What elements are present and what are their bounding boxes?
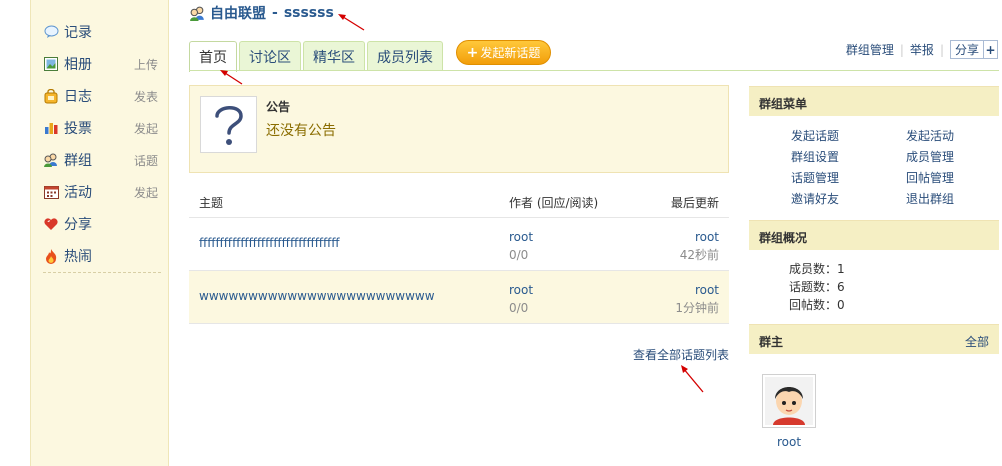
last-update-user-link[interactable]: root [695, 281, 719, 299]
last-update-time: 1分钟前 [675, 301, 719, 315]
sidebar-item-label: 热闹 [64, 249, 92, 265]
sidebar-item-group[interactable]: 群组 话题 [43, 144, 158, 176]
tab-members[interactable]: 成员列表 [367, 41, 443, 71]
share-label: 分享 [954, 43, 979, 57]
sidebar-item-label: 记录 [64, 25, 92, 41]
tabs-divider [189, 70, 999, 71]
sidebar-item-blog[interactable]: 日志 发表 [43, 80, 158, 112]
group-overview-header: 群组概况 [749, 220, 999, 250]
menu-invite-friends[interactable]: 邀请好友 [791, 190, 839, 207]
menu-start-event[interactable]: 发起活动 [906, 127, 954, 144]
sidebar-item-label: 相册 [64, 57, 92, 73]
menu-member-manage[interactable]: 成员管理 [906, 148, 954, 165]
reply-count: 回帖数：0 [789, 298, 845, 312]
group-owner-header: 群主 全部 [749, 324, 999, 354]
sidebar-item-hot[interactable]: 热闹 [43, 240, 158, 272]
sidebar-sub-start-poll[interactable]: 发起 [134, 120, 158, 137]
sidebar-sub-start-event[interactable]: 发起 [134, 184, 158, 201]
sidebar-item-label: 分享 [64, 217, 92, 233]
sidebar-item-label: 群组 [64, 153, 92, 169]
topic-counts: 0/0 [509, 301, 529, 315]
topic-author-link[interactable]: root [509, 281, 533, 299]
column-author: 作者 (回应/阅读) [509, 196, 599, 210]
topic-count: 话题数：6 [789, 280, 845, 294]
share-button[interactable]: 分享 + [949, 40, 998, 59]
sidebar-sub-upload[interactable]: 上传 [134, 56, 158, 73]
owner-name-link[interactable]: root [762, 435, 816, 449]
sidebar-item-label: 日志 [64, 89, 92, 105]
plus-icon: + [983, 41, 997, 58]
sidebar-divider [43, 272, 161, 273]
divider: | [939, 42, 944, 57]
column-subject: 主题 [199, 196, 224, 210]
new-topic-button[interactable]: + 发起新话题 [456, 40, 551, 65]
menu-group-settings[interactable]: 群组设置 [791, 148, 839, 165]
menu-reply-manage[interactable]: 回帖管理 [906, 169, 954, 186]
group-manage-link[interactable]: 群组管理 [846, 41, 894, 58]
view-all-owners-link[interactable]: 全部 [965, 333, 989, 350]
annotation-arrow-icon [681, 365, 704, 393]
view-all-topics-link[interactable]: 查看全部话题列表 [633, 346, 729, 363]
annotation-arrow-icon [220, 70, 243, 85]
topic-subject-link[interactable]: ffffffffffffffffffffffffffffffffff [199, 236, 340, 250]
sidebar-item-share[interactable]: 分享 [43, 208, 158, 240]
last-update-time: 42秒前 [679, 248, 719, 262]
group-owner-title: 群主 [759, 335, 784, 349]
tab-featured[interactable]: 精华区 [303, 41, 365, 71]
bubble-icon [43, 24, 59, 40]
member-count: 成员数：1 [789, 262, 845, 276]
menu-topic-manage[interactable]: 话题管理 [791, 169, 839, 186]
lock-icon [43, 88, 59, 104]
sidebar-item-event[interactable]: 活动 发起 [43, 176, 158, 208]
question-mark-icon [200, 96, 257, 153]
table-row: ffffffffffffffffffffffffffffffffff root … [189, 218, 729, 271]
table-row: wwwwwwwwwwwwwwwwwwwwwwww root 0/0 root 1… [189, 271, 729, 324]
calendar-icon [43, 184, 59, 200]
report-link[interactable]: 举报 [910, 41, 934, 58]
sidebar-item-poll[interactable]: 投票 发起 [43, 112, 158, 144]
heart-icon [43, 216, 59, 232]
column-last-update: 最后更新 [670, 196, 719, 210]
new-topic-label: 发起新话题 [480, 46, 541, 60]
group-menu-header: 群组菜单 [749, 86, 999, 116]
group-icon [190, 6, 204, 21]
annotation-arrow-icon [338, 14, 365, 31]
sidebar-sub-topic[interactable]: 话题 [134, 152, 158, 169]
topic-author-link[interactable]: root [509, 228, 533, 246]
last-update-user-link[interactable]: root [695, 228, 719, 246]
group-overview-title: 群组概况 [759, 231, 808, 245]
group-subtitle: ssssss [283, 5, 334, 21]
menu-leave-group[interactable]: 退出群组 [906, 190, 954, 207]
sidebar-sub-publish[interactable]: 发表 [134, 88, 158, 105]
sidebar-list: 记录 相册 上传 日志 发表 投票 发起 群组 话题 活动 发起 分享 热闹 [43, 16, 158, 272]
group-menu-title: 群组菜单 [759, 97, 808, 111]
topic-table-header: 主题 作者 (回应/阅读) 最后更新 [189, 186, 729, 218]
notice-title: 公告 [266, 100, 291, 114]
sidebar: 记录 相册 上传 日志 发表 投票 发起 群组 话题 活动 发起 分享 热闹 [30, 0, 169, 466]
header-links: 群组管理 | 举报 | 分享 + [846, 40, 998, 59]
fire-icon [43, 248, 59, 264]
group-name[interactable]: 自由联盟 [210, 3, 266, 23]
group-icon [43, 152, 59, 168]
title-separator: - [272, 5, 278, 21]
notice-box: 公告 还没有公告 [189, 85, 729, 173]
plus-icon: + [466, 44, 479, 61]
notice-text: 还没有公告 [266, 123, 336, 139]
sidebar-item-record[interactable]: 记录 [43, 16, 158, 48]
photo-icon [43, 56, 59, 72]
sidebar-item-label: 活动 [64, 185, 92, 201]
avatar[interactable] [762, 374, 816, 428]
bar-chart-icon [43, 120, 59, 136]
topic-subject-link[interactable]: wwwwwwwwwwwwwwwwwwwwwwww [199, 289, 435, 303]
page-title: 自由联盟 - ssssss [189, 3, 334, 23]
group-overview: 成员数：1 话题数：6 回帖数：0 [789, 260, 845, 314]
sidebar-item-label: 投票 [64, 121, 92, 137]
tab-discussion[interactable]: 讨论区 [239, 41, 301, 71]
divider: | [899, 42, 904, 57]
menu-start-topic[interactable]: 发起话题 [791, 127, 839, 144]
topic-counts: 0/0 [509, 248, 529, 262]
sidebar-item-album[interactable]: 相册 上传 [43, 48, 158, 80]
